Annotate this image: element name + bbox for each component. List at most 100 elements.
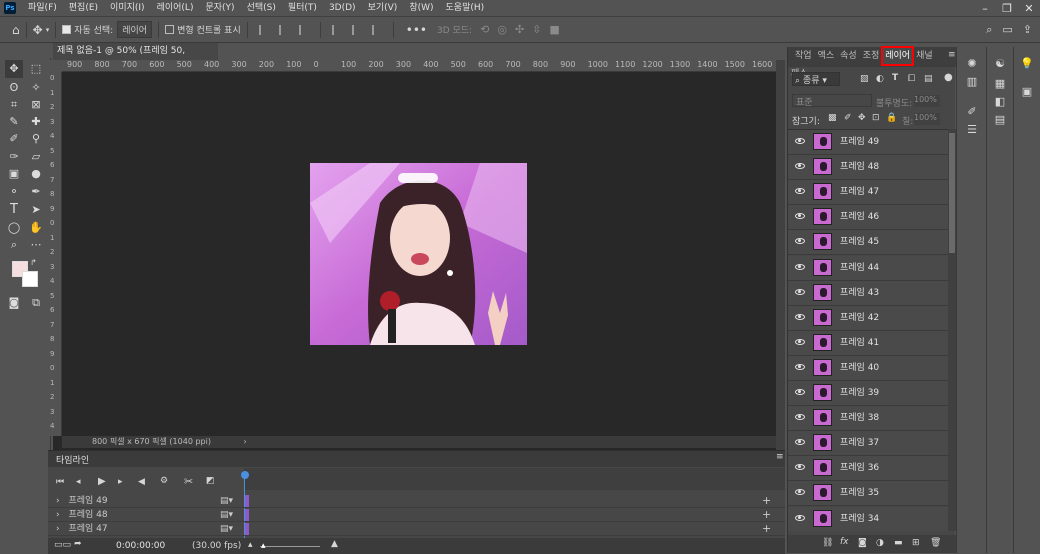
visibility-eye-icon[interactable] <box>795 514 805 521</box>
add-media-icon[interactable]: + <box>762 508 771 522</box>
split-scissors-icon[interactable]: ✂ <box>184 475 193 488</box>
3d-scale-icon[interactable]: ■ <box>549 23 559 36</box>
visibility-eye-icon[interactable] <box>795 138 805 144</box>
patterns-icon[interactable]: ▤ <box>993 113 1007 127</box>
clip-bar[interactable] <box>245 509 249 521</box>
clone-source-icon[interactable]: ✐ <box>965 105 979 119</box>
history-brush-icon[interactable]: ✑ <box>5 148 23 166</box>
align-center-icon[interactable] <box>278 24 289 35</box>
quick-mask-icon[interactable]: ◙ <box>5 294 23 312</box>
timeline-title[interactable]: 타임라인 <box>56 453 89 466</box>
align-left-icon[interactable] <box>258 24 269 35</box>
zoom-tool-icon[interactable]: ⌕ <box>5 236 23 254</box>
align-right-icon[interactable] <box>298 24 309 35</box>
zoom-slider-handle[interactable]: ▴ <box>261 541 266 551</box>
marquee-tool-icon[interactable]: ⬚ <box>27 60 45 78</box>
visibility-eye-icon[interactable] <box>795 288 805 295</box>
audio-icon[interactable]: ◀ <box>138 477 145 487</box>
layer-row[interactable]: 프레임 42 <box>788 305 948 331</box>
tab-channels[interactable]: 채널 <box>913 47 936 65</box>
lock-image-icon[interactable]: ✐ <box>844 113 852 123</box>
visibility-eye-icon[interactable] <box>795 313 805 320</box>
convert-frames-icon[interactable]: ▭▭ <box>54 540 71 550</box>
align-middle-icon[interactable] <box>351 24 362 35</box>
panel-menu-icon[interactable]: ≡ <box>948 50 956 60</box>
visibility-eye-icon[interactable] <box>795 213 805 220</box>
visibility-eye-icon[interactable] <box>795 489 805 496</box>
tab-layers[interactable]: 레이어 <box>881 46 915 66</box>
chevron-down-icon[interactable]: ▾ <box>46 26 50 34</box>
more-options-icon[interactable]: ••• <box>406 23 427 37</box>
lasso-tool-icon[interactable]: ʘ <box>5 79 23 97</box>
brush-tool-icon[interactable]: ✐ <box>5 130 23 148</box>
tab-styles[interactable]: 액스 <box>815 47 838 65</box>
add-media-icon[interactable]: + <box>762 494 771 508</box>
share-icon[interactable]: ⇪ <box>1023 23 1032 36</box>
layer-row[interactable]: 프레임 36 <box>788 456 948 482</box>
swatches-icon[interactable]: ▦ <box>993 77 1007 91</box>
tab-adjustments[interactable]: 조정 <box>860 47 883 65</box>
canvas-vertical-scrollbar[interactable] <box>776 60 785 450</box>
visibility-eye-icon[interactable] <box>795 439 805 446</box>
dodge-tool-icon[interactable]: ⚬ <box>5 183 23 201</box>
workspace-icon[interactable]: ▭ <box>1002 23 1012 36</box>
play-icon[interactable]: ▶ <box>98 476 106 487</box>
menu-help[interactable]: 도움말(H) <box>440 0 491 16</box>
home-icon[interactable]: ⌂ <box>12 23 20 37</box>
blur-tool-icon[interactable]: ● <box>27 165 45 183</box>
filter-kind-dropdown[interactable]: ⌕ 종류 ▾ <box>792 72 840 86</box>
layer-row[interactable]: 프레임 40 <box>788 355 948 381</box>
timeline-track-row[interactable]: › 프레임 48 ▤▾ + <box>48 508 785 522</box>
settings-gear-icon[interactable]: ⚙ <box>160 476 168 486</box>
new-adjustment-icon[interactable]: ◑ <box>876 538 884 548</box>
shape-tool-icon[interactable]: ◯ <box>5 219 23 237</box>
visibility-eye-icon[interactable] <box>795 414 805 421</box>
filter-shape-icon[interactable]: ⧠ <box>908 74 915 84</box>
filter-adjustment-icon[interactable]: ◐ <box>876 74 884 84</box>
scrollbar-thumb[interactable] <box>949 133 955 253</box>
layer-row[interactable]: 프레임 47 <box>788 180 948 206</box>
film-icon[interactable]: ▤▾ <box>220 494 233 508</box>
eraser-icon[interactable]: ▱ <box>27 148 45 166</box>
playhead-handle[interactable] <box>241 471 249 479</box>
healing-brush-icon[interactable]: ✚ <box>27 113 45 131</box>
menu-type[interactable]: 문자(Y) <box>199 0 240 16</box>
more-tools-icon[interactable]: ⋯ <box>27 236 45 254</box>
crop-tool-icon[interactable]: ⌗ <box>5 96 23 114</box>
panel-menu-icon[interactable]: ≡ <box>776 452 784 462</box>
path-selection-icon[interactable]: ➤ <box>27 201 45 219</box>
brush-settings-icon[interactable]: ✺ <box>965 57 979 71</box>
brushes-icon[interactable]: ▥ <box>965 75 979 89</box>
3d-orbit-icon[interactable]: ⟲ <box>480 23 489 36</box>
fx-icon[interactable]: fx <box>840 537 849 547</box>
new-group-icon[interactable]: ▬ <box>894 538 903 548</box>
layer-row[interactable]: 프레임 45 <box>788 230 948 256</box>
transition-icon[interactable]: ◩ <box>206 476 215 486</box>
move-tool-icon[interactable]: ✥ <box>33 23 43 37</box>
layer-row[interactable]: 프레임 43 <box>788 280 948 306</box>
screen-mode-icon[interactable]: ⧉ <box>27 294 45 312</box>
render-video-icon[interactable]: ➦ <box>74 539 82 549</box>
menu-file[interactable]: 파일(F) <box>22 0 63 16</box>
visibility-eye-icon[interactable] <box>795 363 805 370</box>
layer-row[interactable]: 프레임 35 <box>788 481 948 507</box>
layer-row[interactable]: 프레임 41 <box>788 330 948 356</box>
gradients-icon[interactable]: ◧ <box>993 95 1007 109</box>
add-media-icon[interactable]: + <box>762 522 771 536</box>
adjustment-sliders-icon[interactable]: ☰ <box>965 123 979 137</box>
layer-row[interactable]: 프레임 44 <box>788 255 948 281</box>
new-layer-icon[interactable]: ⊞ <box>912 538 920 548</box>
hand-tool-icon[interactable]: ✋ <box>27 219 45 237</box>
eyedropper-icon[interactable]: ✎ <box>5 113 23 131</box>
learn-lightbulb-icon[interactable]: 💡 <box>1020 57 1034 71</box>
go-to-first-frame-icon[interactable]: ⏮ <box>56 477 64 487</box>
menu-3d[interactable]: 3D(D) <box>323 0 362 16</box>
filter-toggle-icon[interactable]: ● <box>944 72 953 83</box>
align-bottom-icon[interactable] <box>371 24 382 35</box>
layer-row[interactable]: 프레임 34 <box>788 506 948 531</box>
film-icon[interactable]: ▤▾ <box>220 508 233 522</box>
zoom-slider[interactable] <box>260 546 320 547</box>
restore-icon[interactable]: ❐ <box>996 2 1018 15</box>
menu-window[interactable]: 창(W) <box>403 0 439 16</box>
lock-position-icon[interactable]: ✥ <box>858 113 866 123</box>
